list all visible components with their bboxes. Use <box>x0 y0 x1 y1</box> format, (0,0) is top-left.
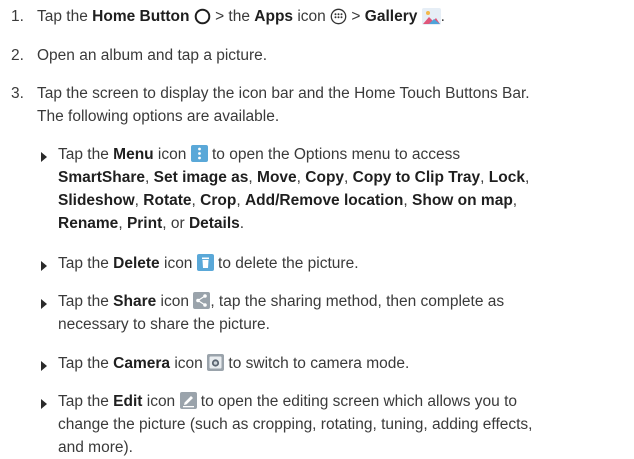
document-page: 1. Tap the Home Button > the Apps icon >… <box>0 0 634 457</box>
step-3-line-2: The following options are available. <box>37 108 280 125</box>
bullet-arrow-icon <box>41 261 47 271</box>
step-number: 3. <box>11 85 24 102</box>
menu-bullet-line-3: Slideshow, Rotate, Crop, Add/Remove loca… <box>58 192 518 209</box>
home-button-icon <box>194 8 211 32</box>
apps-icon <box>330 8 347 32</box>
apps-label: Apps <box>254 8 294 25</box>
share-bullet-line-1: Tap the Share icon , tap the sharing met… <box>58 292 505 310</box>
bullet-arrow-icon <box>41 399 47 409</box>
delete-bullet-line: Tap the Delete icon to delete the pictur… <box>58 254 359 272</box>
step-3-line-1: Tap the screen to display the icon bar a… <box>37 85 530 102</box>
menu-bullet-line-4: Rename, Print, or Details. <box>58 215 245 232</box>
menu-label: Menu <box>113 146 154 163</box>
bullet-arrow-icon <box>41 299 47 309</box>
step-1-line: Tap the Home Button > the Apps icon > Ga… <box>37 5 445 32</box>
share-icon <box>193 292 211 309</box>
step-2-line: Open an album and tap a picture. <box>37 47 268 64</box>
bullet-arrow-icon <box>41 361 47 371</box>
bullet-arrow-icon <box>41 152 47 162</box>
step-number: 1. <box>11 8 24 25</box>
edit-icon <box>179 392 197 409</box>
menu-bullet-line-1: Tap the Menu icon to open the Options me… <box>58 145 461 163</box>
share-label: Share <box>113 293 157 310</box>
gallery-icon <box>421 8 441 32</box>
edit-label: Edit <box>113 393 143 410</box>
edit-bullet-line-3: and more). <box>58 439 133 456</box>
gallery-label: Gallery <box>364 8 418 25</box>
home-button-label: Home Button <box>92 8 190 25</box>
camera-bullet-line: Tap the Camera icon to switch to camera … <box>58 354 410 372</box>
camera-label: Camera <box>113 355 171 372</box>
edit-bullet-line-2: change the picture (such as cropping, ro… <box>58 416 533 433</box>
delete-icon <box>196 254 214 271</box>
delete-label: Delete <box>113 255 160 272</box>
menu-bullet-line-2: SmartShare, Set image as, Move, Copy, Co… <box>58 169 530 186</box>
edit-bullet-line-1: Tap the Edit icon to open the editing sc… <box>58 392 518 410</box>
menu-icon <box>190 145 208 162</box>
step-number: 2. <box>11 47 24 64</box>
camera-icon <box>207 354 225 371</box>
share-bullet-line-2: necessary to share the picture. <box>58 316 270 333</box>
